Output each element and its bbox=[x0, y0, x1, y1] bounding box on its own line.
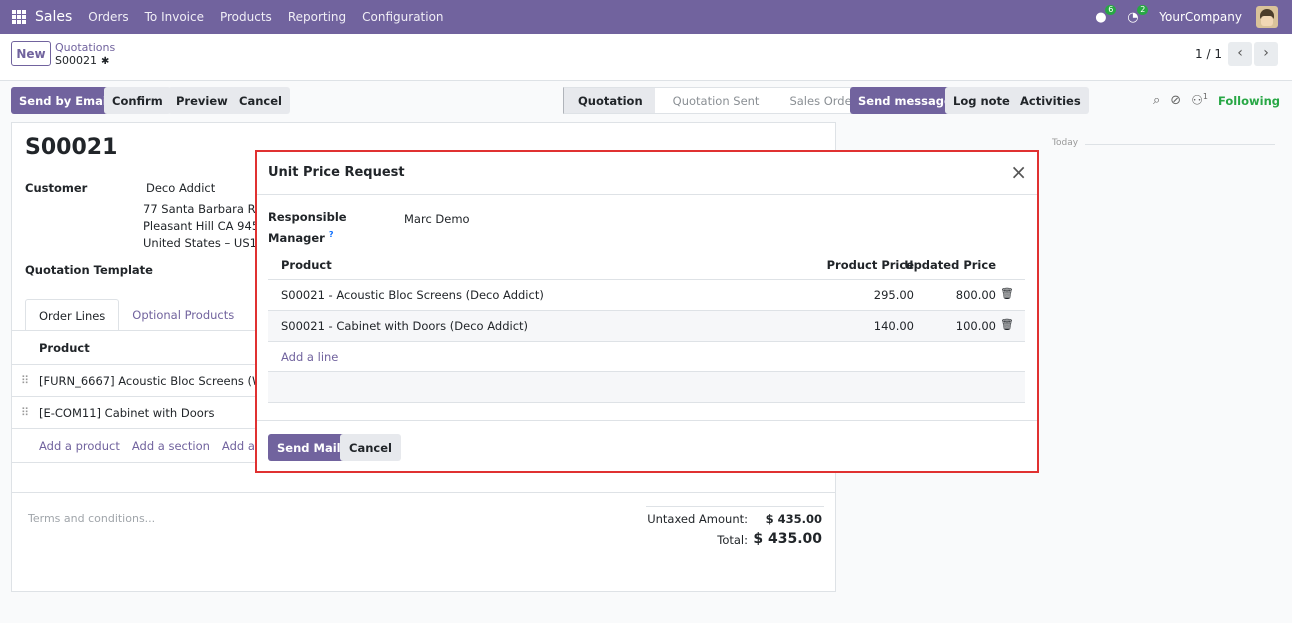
add-line-links: Add a product Add a section Add a not bbox=[39, 439, 277, 453]
modal-cancel-button[interactable]: Cancel bbox=[340, 434, 401, 461]
nav-reporting[interactable]: Reporting bbox=[288, 10, 346, 24]
following-button[interactable]: Following bbox=[1218, 94, 1280, 108]
modal-header: Unit Price Request × bbox=[257, 152, 1037, 195]
send-message-button[interactable]: Send message bbox=[850, 87, 960, 114]
responsible-manager-label: Responsible Manager ? bbox=[268, 209, 368, 247]
order-title: S00021 bbox=[25, 135, 118, 160]
row-product-price: 140.00 bbox=[873, 319, 914, 333]
trash-icon[interactable]: 🗑 bbox=[1000, 287, 1014, 300]
customer-field[interactable]: Deco Addict bbox=[146, 181, 215, 195]
unit-price-request-dialog: Unit Price Request × Responsible Manager… bbox=[255, 150, 1039, 473]
chatter-tools: ⌕ ⊘ ⚇1 Following bbox=[1153, 87, 1280, 114]
add-section-link[interactable]: Add a section bbox=[132, 439, 210, 453]
search-icon[interactable]: ⌕ bbox=[1153, 93, 1160, 108]
modal-footer-divider bbox=[257, 420, 1037, 421]
send-by-email-button[interactable]: Send by Email bbox=[11, 87, 119, 114]
table-bottom-border bbox=[268, 402, 1025, 403]
confirm-button[interactable]: Confirm bbox=[104, 87, 171, 114]
preview-button[interactable]: Preview bbox=[168, 87, 236, 114]
activities-badge: 2 bbox=[1137, 5, 1149, 15]
stage-quotation-sent[interactable]: Quotation Sent bbox=[654, 87, 772, 114]
top-navbar: Sales Orders To Invoice Products Reporti… bbox=[0, 0, 1292, 34]
row-product[interactable]: S00021 - Cabinet with Doors (Deco Addict… bbox=[281, 319, 528, 333]
messages-badge: 6 bbox=[1105, 5, 1117, 15]
new-button[interactable]: New bbox=[11, 41, 51, 66]
control-panel: New Quotations S00021 ✱ 1 / 1 ‹ › bbox=[0, 34, 1292, 81]
activities-button[interactable]: ◔ 2 bbox=[1127, 5, 1149, 25]
chatter-divider bbox=[1085, 144, 1275, 145]
log-note-button[interactable]: Log note bbox=[945, 87, 1018, 114]
empty-row bbox=[268, 371, 1025, 402]
apps-menu-icon[interactable] bbox=[12, 10, 26, 24]
nav-orders[interactable]: Orders bbox=[88, 10, 128, 24]
pager-value[interactable]: 1 / 1 bbox=[1195, 47, 1222, 61]
add-line-link[interactable]: Add a line bbox=[281, 350, 338, 364]
chevron-right-icon: › bbox=[1263, 45, 1269, 61]
followers-count: 1 bbox=[1202, 92, 1208, 102]
modal-title: Unit Price Request bbox=[268, 165, 405, 180]
column-header-product-price[interactable]: Product Price bbox=[827, 258, 914, 272]
add-product-link[interactable]: Add a product bbox=[39, 439, 120, 453]
help-tooltip-icon[interactable]: ? bbox=[329, 230, 334, 239]
quotation-template-label: Quotation Template bbox=[25, 263, 153, 277]
nav-products[interactable]: Products bbox=[220, 10, 272, 24]
total-label: Total: bbox=[717, 533, 748, 547]
paperclip-icon[interactable]: ⊘ bbox=[1170, 93, 1181, 108]
responsible-manager-field[interactable]: Marc Demo bbox=[404, 212, 470, 226]
status-bar: Quotation Quotation Sent Sales Order bbox=[563, 87, 870, 114]
pager-next-button[interactable]: › bbox=[1254, 42, 1278, 66]
table-row[interactable]: S00021 - Cabinet with Doors (Deco Addict… bbox=[268, 310, 1025, 341]
row-product[interactable]: S00021 - Acoustic Bloc Screens (Deco Add… bbox=[281, 288, 544, 302]
responsible-manager-label-line2: Manager bbox=[268, 230, 325, 245]
drag-handle-icon[interactable]: ⠿ bbox=[21, 374, 29, 387]
chevron-left-icon: ‹ bbox=[1237, 45, 1243, 61]
company-switcher[interactable]: YourCompany bbox=[1159, 10, 1242, 24]
form-tabs: Order Lines Optional Products Qu bbox=[25, 299, 290, 331]
chatter-today-label: Today bbox=[1052, 138, 1079, 148]
customer-label: Customer bbox=[25, 181, 88, 195]
send-mail-button[interactable]: Send Mail bbox=[268, 434, 350, 461]
address-line-3: United States – US123 bbox=[143, 236, 272, 250]
row-product-price: 295.00 bbox=[873, 288, 914, 302]
cancel-button[interactable]: Cancel bbox=[231, 87, 290, 114]
stage-quotation[interactable]: Quotation bbox=[563, 87, 655, 114]
breadcrumb-current-label: S00021 bbox=[55, 54, 97, 67]
trash-icon[interactable]: 🗑 bbox=[1000, 318, 1014, 331]
breadcrumb-quotations[interactable]: Quotations bbox=[55, 41, 115, 54]
app-brand[interactable]: Sales bbox=[35, 9, 72, 25]
total-value: $ 435.00 bbox=[753, 531, 822, 547]
column-header-product[interactable]: Product bbox=[281, 258, 332, 272]
tab-order-lines[interactable]: Order Lines bbox=[25, 299, 120, 331]
totals-divider bbox=[646, 506, 824, 507]
breadcrumb-current: S00021 ✱ bbox=[55, 54, 109, 67]
user-avatar[interactable] bbox=[1256, 6, 1278, 28]
nav-configuration[interactable]: Configuration bbox=[362, 10, 443, 24]
drag-handle-icon[interactable]: ⠿ bbox=[21, 406, 29, 419]
order-lines-product-header: Product bbox=[39, 341, 90, 355]
table-row[interactable]: S00021 - Acoustic Bloc Screens (Deco Add… bbox=[268, 279, 1025, 310]
messages-button[interactable]: ● 6 bbox=[1095, 5, 1117, 25]
close-icon[interactable]: × bbox=[1010, 160, 1027, 184]
nav-to-invoice[interactable]: To Invoice bbox=[145, 10, 204, 24]
section-divider bbox=[12, 492, 835, 493]
row-updated-price[interactable]: 800.00 bbox=[956, 288, 996, 302]
column-header-updated-price[interactable]: Updated Price bbox=[904, 258, 996, 272]
order-line-product[interactable]: [E-COM11] Cabinet with Doors bbox=[39, 406, 214, 420]
untaxed-amount-label: Untaxed Amount: bbox=[647, 512, 748, 526]
gear-icon[interactable]: ✱ bbox=[101, 56, 109, 67]
order-line-product[interactable]: [FURN_6667] Acoustic Bloc Screens (Wood bbox=[39, 374, 284, 388]
terms-input[interactable]: Terms and conditions... bbox=[28, 512, 155, 525]
address-line-1: 77 Santa Barbara Rd bbox=[143, 202, 263, 216]
row-updated-price[interactable]: 100.00 bbox=[956, 319, 996, 333]
responsible-manager-label-line1: Responsible bbox=[268, 210, 347, 224]
untaxed-amount-value: $ 435.00 bbox=[765, 512, 822, 526]
activities-button-chatter[interactable]: Activities bbox=[1012, 87, 1089, 114]
add-line-row: Add a line bbox=[268, 341, 1025, 372]
tab-optional-products[interactable]: Optional Products bbox=[119, 299, 247, 331]
pager-previous-button[interactable]: ‹ bbox=[1228, 42, 1252, 66]
followers-icon[interactable]: ⚇1 bbox=[1191, 92, 1208, 108]
